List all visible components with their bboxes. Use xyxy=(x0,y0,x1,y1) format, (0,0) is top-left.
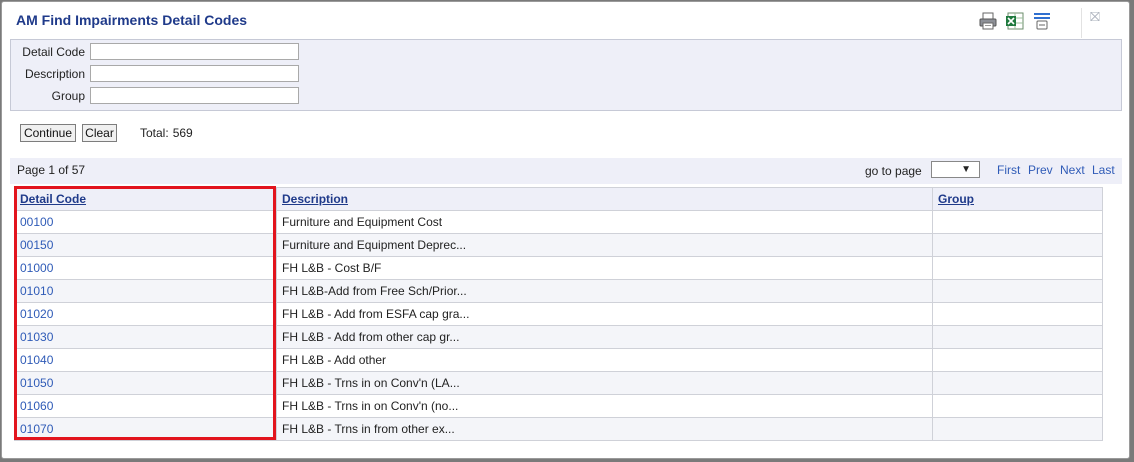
group-cell xyxy=(932,279,1103,303)
page-info: Page 1 of 57 xyxy=(17,163,86,177)
pager-bar: Page 1 of 57 go to page ▼ First Prev Nex… xyxy=(10,158,1122,184)
column-header-detail-code[interactable]: Detail Code xyxy=(14,187,277,211)
table-row[interactable]: 01000 FH L&B - Cost B/F xyxy=(14,256,1103,280)
prev-page-link[interactable]: Prev xyxy=(1028,163,1053,177)
table-row[interactable]: 00100 Furniture and Equipment Cost xyxy=(14,210,1103,234)
detail-code-cell[interactable]: 01070 xyxy=(14,417,277,441)
group-cell xyxy=(932,371,1103,395)
excel-export-icon[interactable] xyxy=(1005,11,1025,31)
search-panel: Detail Code Description Group xyxy=(10,39,1122,111)
detail-code-link[interactable]: 01070 xyxy=(20,422,53,436)
first-page-link[interactable]: First xyxy=(997,163,1020,177)
dialog-title: AM Find Impairments Detail Codes xyxy=(16,12,248,28)
group-cell xyxy=(932,417,1103,441)
dropdown-arrow-icon: ▼ xyxy=(961,164,971,175)
clear-button[interactable]: Clear xyxy=(82,124,117,142)
table-row[interactable]: 01020 FH L&B - Add from ESFA cap gra... xyxy=(14,302,1103,326)
table-row[interactable]: 01060 FH L&B - Trns in on Conv'n (no... xyxy=(14,394,1103,418)
column-header-group[interactable]: Group xyxy=(932,187,1103,211)
close-icon[interactable]: ⛝ xyxy=(1085,9,1105,25)
detail-code-link[interactable]: 00150 xyxy=(20,238,53,252)
detail-code-link[interactable]: 01010 xyxy=(20,284,53,298)
table-row[interactable]: 01070 FH L&B - Trns in from other ex... xyxy=(14,417,1103,441)
table-header-row: Detail Code Description Group xyxy=(14,187,1103,211)
title-bar: AM Find Impairments Detail Codes ⛝ xyxy=(2,2,1129,38)
total-label: Total: xyxy=(140,126,169,140)
column-settings-icon[interactable] xyxy=(1032,11,1052,31)
last-page-link[interactable]: Last xyxy=(1092,163,1115,177)
description-cell: FH L&B - Cost B/F xyxy=(276,256,933,280)
description-label: Description xyxy=(24,67,85,81)
group-cell xyxy=(932,210,1103,234)
total-value: 569 xyxy=(172,126,193,140)
detail-code-link[interactable]: 01020 xyxy=(20,307,53,321)
sort-detail-code-link[interactable]: Detail Code xyxy=(20,192,86,206)
detail-code-cell[interactable]: 00150 xyxy=(14,233,277,257)
sort-group-link[interactable]: Group xyxy=(938,192,974,206)
detail-code-cell[interactable]: 00100 xyxy=(14,210,277,234)
description-cell: FH L&B - Add from ESFA cap gra... xyxy=(276,302,933,326)
detail-code-cell[interactable]: 01030 xyxy=(14,325,277,349)
table-row[interactable]: 01010 FH L&B-Add from Free Sch/Prior... xyxy=(14,279,1103,303)
table-row[interactable]: 01050 FH L&B - Trns in on Conv'n (LA... xyxy=(14,371,1103,395)
description-cell: FH L&B - Trns in from other ex... xyxy=(276,417,933,441)
detail-code-cell[interactable]: 01060 xyxy=(14,394,277,418)
column-header-description[interactable]: Description xyxy=(276,187,933,211)
continue-button[interactable]: Continue xyxy=(20,124,76,142)
group-cell xyxy=(932,325,1103,349)
sort-description-link[interactable]: Description xyxy=(282,192,348,206)
description-input[interactable] xyxy=(90,65,299,82)
goto-page-label: go to page xyxy=(865,164,922,178)
detail-code-link[interactable]: 01030 xyxy=(20,330,53,344)
find-dialog: AM Find Impairments Detail Codes ⛝ Detai… xyxy=(1,1,1130,459)
detail-code-cell[interactable]: 01050 xyxy=(14,371,277,395)
next-page-link[interactable]: Next xyxy=(1060,163,1085,177)
group-cell xyxy=(932,233,1103,257)
group-cell xyxy=(932,394,1103,418)
table-row[interactable]: 00150 Furniture and Equipment Deprec... xyxy=(14,233,1103,257)
description-cell: FH L&B-Add from Free Sch/Prior... xyxy=(276,279,933,303)
group-cell xyxy=(932,302,1103,326)
detail-code-label: Detail Code xyxy=(22,45,85,59)
table-row[interactable]: 01030 FH L&B - Add from other cap gr... xyxy=(14,325,1103,349)
description-cell: FH L&B - Trns in on Conv'n (LA... xyxy=(276,371,933,395)
goto-page-select[interactable]: ▼ xyxy=(931,161,980,178)
detail-code-link[interactable]: 01040 xyxy=(20,353,53,367)
description-cell: FH L&B - Add from other cap gr... xyxy=(276,325,933,349)
description-cell: FH L&B - Trns in on Conv'n (no... xyxy=(276,394,933,418)
description-cell: Furniture and Equipment Cost xyxy=(276,210,933,234)
detail-code-cell[interactable]: 01010 xyxy=(14,279,277,303)
results-table: Detail Code Description Group 00100 Furn… xyxy=(14,187,1103,441)
detail-code-cell[interactable]: 01040 xyxy=(14,348,277,372)
group-cell xyxy=(932,256,1103,280)
print-icon[interactable] xyxy=(978,11,998,31)
description-cell: FH L&B - Add other xyxy=(276,348,933,372)
detail-code-cell[interactable]: 01020 xyxy=(14,302,277,326)
description-cell: Furniture and Equipment Deprec... xyxy=(276,233,933,257)
total-count: Total: 569 xyxy=(140,126,193,140)
detail-code-link[interactable]: 01000 xyxy=(20,261,53,275)
group-cell xyxy=(932,348,1103,372)
table-row[interactable]: 01040 FH L&B - Add other xyxy=(14,348,1103,372)
group-label: Group xyxy=(51,89,85,103)
detail-code-link[interactable]: 01060 xyxy=(20,399,53,413)
group-input[interactable] xyxy=(90,87,299,104)
title-bar-separator xyxy=(1081,8,1082,38)
detail-code-link[interactable]: 00100 xyxy=(20,215,53,229)
detail-code-input[interactable] xyxy=(90,43,299,60)
detail-code-cell[interactable]: 01000 xyxy=(14,256,277,280)
detail-code-link[interactable]: 01050 xyxy=(20,376,53,390)
